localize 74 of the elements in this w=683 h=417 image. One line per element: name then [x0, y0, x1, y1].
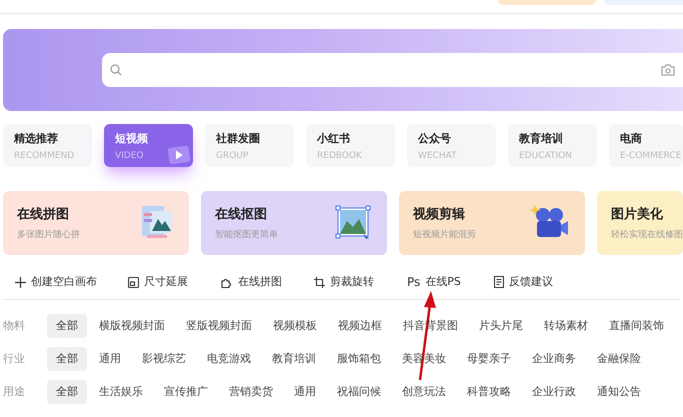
filter-chip[interactable]: 视频模板 — [264, 314, 326, 338]
tool-link[interactable]: 创建空白画布 — [15, 274, 128, 290]
filter-chip[interactable]: 直播间装饰 — [600, 314, 673, 338]
filter-chip[interactable]: 视频边框 — [329, 314, 391, 338]
filter-chip[interactable]: 通用 — [90, 347, 130, 371]
card-title: 在线抠图 — [215, 206, 268, 222]
card-title: 图片美化 — [611, 206, 664, 222]
search-icon — [110, 64, 122, 76]
filter-chip[interactable]: 宣传推广 — [155, 380, 217, 404]
card-subtitle: 轻松实现在线修图 — [611, 228, 683, 240]
crop-icon — [314, 276, 325, 288]
photo-cutout-drawing — [335, 205, 371, 241]
category-tab[interactable]: 短视频 VIDEO — [104, 124, 193, 167]
puzzle-icon — [221, 276, 233, 288]
tool-link[interactable]: 在线拼图 — [221, 274, 314, 290]
filter-chip[interactable]: 营销卖货 — [220, 380, 282, 404]
tool-label: 创建空白画布 — [31, 274, 97, 290]
camera-icon[interactable] — [661, 64, 675, 76]
filter-chip[interactable]: 全部 — [47, 314, 87, 338]
category-tab[interactable]: 教育培训 EDUCATION — [508, 124, 597, 167]
filter-chip[interactable]: 竖版视频封面 — [177, 314, 261, 338]
filter-chip[interactable]: 片头片尾 — [470, 314, 532, 338]
ps-icon: Ps — [407, 273, 420, 291]
filter-chip[interactable]: 企业行政 — [523, 380, 585, 404]
filter-label: 物料 — [3, 318, 26, 334]
filter-chip[interactable]: 通知公告 — [588, 380, 650, 404]
filter-chip[interactable]: 横版视频封面 — [90, 314, 174, 338]
tool-label: 剪裁旋转 — [330, 274, 374, 290]
feature-card[interactable]: 在线抠图 智能抠图更简单 — [201, 191, 387, 255]
filter-chip[interactable]: 服饰箱包 — [328, 347, 390, 371]
tool-label: 在线PS — [425, 274, 461, 290]
filter-chip[interactable]: 教育培训 — [263, 347, 325, 371]
category-tab[interactable]: 小红书 REDBOOK — [306, 124, 395, 167]
card-title: 在线拼图 — [17, 206, 70, 222]
play-icon — [167, 145, 191, 165]
card-subtitle: 短视频片能混剪 — [413, 228, 476, 240]
tool-label: 在线拼图 — [238, 274, 282, 290]
search-field[interactable] — [102, 53, 683, 87]
tool-label: 尺寸延展 — [144, 274, 188, 290]
tool-link[interactable]: 尺寸延展 — [128, 274, 221, 290]
tool-link[interactable]: 剪裁旋转 — [314, 274, 407, 290]
feature-card[interactable]: 视频剪辑 短视频片能混剪 — [399, 191, 585, 255]
card-title: 视频剪辑 — [413, 206, 466, 222]
filter-chip[interactable]: 母婴亲子 — [458, 347, 520, 371]
filter-chip[interactable]: 全部 — [47, 347, 87, 371]
filter-chip[interactable]: 创意玩法 — [393, 380, 455, 404]
feature-card[interactable]: 在线拼图 多张图片随心拼 — [3, 191, 189, 255]
category-tab[interactable]: 社群发圈 GROUP — [205, 124, 294, 167]
plus-icon — [15, 276, 26, 288]
filter-chip[interactable]: 全部 — [47, 380, 87, 404]
filter-chip[interactable]: 生活娱乐 — [90, 380, 152, 404]
filter-chip[interactable]: 电竞游戏 — [198, 347, 260, 371]
tool-link[interactable]: 反馈建议 — [494, 274, 584, 290]
card-subtitle: 智能抠图更简单 — [215, 228, 278, 240]
tool-link[interactable]: Ps 在线PS — [407, 273, 494, 291]
filter-chip[interactable]: 影视综艺 — [133, 347, 195, 371]
feedback-icon — [494, 276, 504, 288]
filter-chip[interactable]: 企业商务 — [523, 347, 585, 371]
category-tab[interactable]: 精选推荐 RECOMMEND — [3, 124, 92, 167]
collage-drawing — [141, 205, 173, 241]
category-tab[interactable]: 公众号 WECHAT — [407, 124, 496, 167]
filter-chip[interactable]: 转场素材 — [535, 314, 597, 338]
feature-card[interactable]: 图片美化 轻松实现在线修图 — [597, 191, 683, 255]
filter-chip[interactable]: 祝福问候 — [328, 380, 390, 404]
filter-chip[interactable]: 通用 — [285, 380, 325, 404]
filter-chip[interactable]: 金融保险 — [588, 347, 650, 371]
card-subtitle: 多张图片随心拼 — [17, 228, 80, 240]
filter-chip[interactable]: 科普攻略 — [458, 380, 520, 404]
tool-label: 反馈建议 — [509, 274, 553, 290]
category-tab[interactable]: 电商 E-COMMERCE — [609, 124, 683, 167]
resize-icon — [128, 276, 139, 288]
filter-label: 行业 — [3, 350, 26, 367]
filter-label: 用途 — [3, 384, 26, 400]
top-tab[interactable] — [498, 0, 596, 5]
